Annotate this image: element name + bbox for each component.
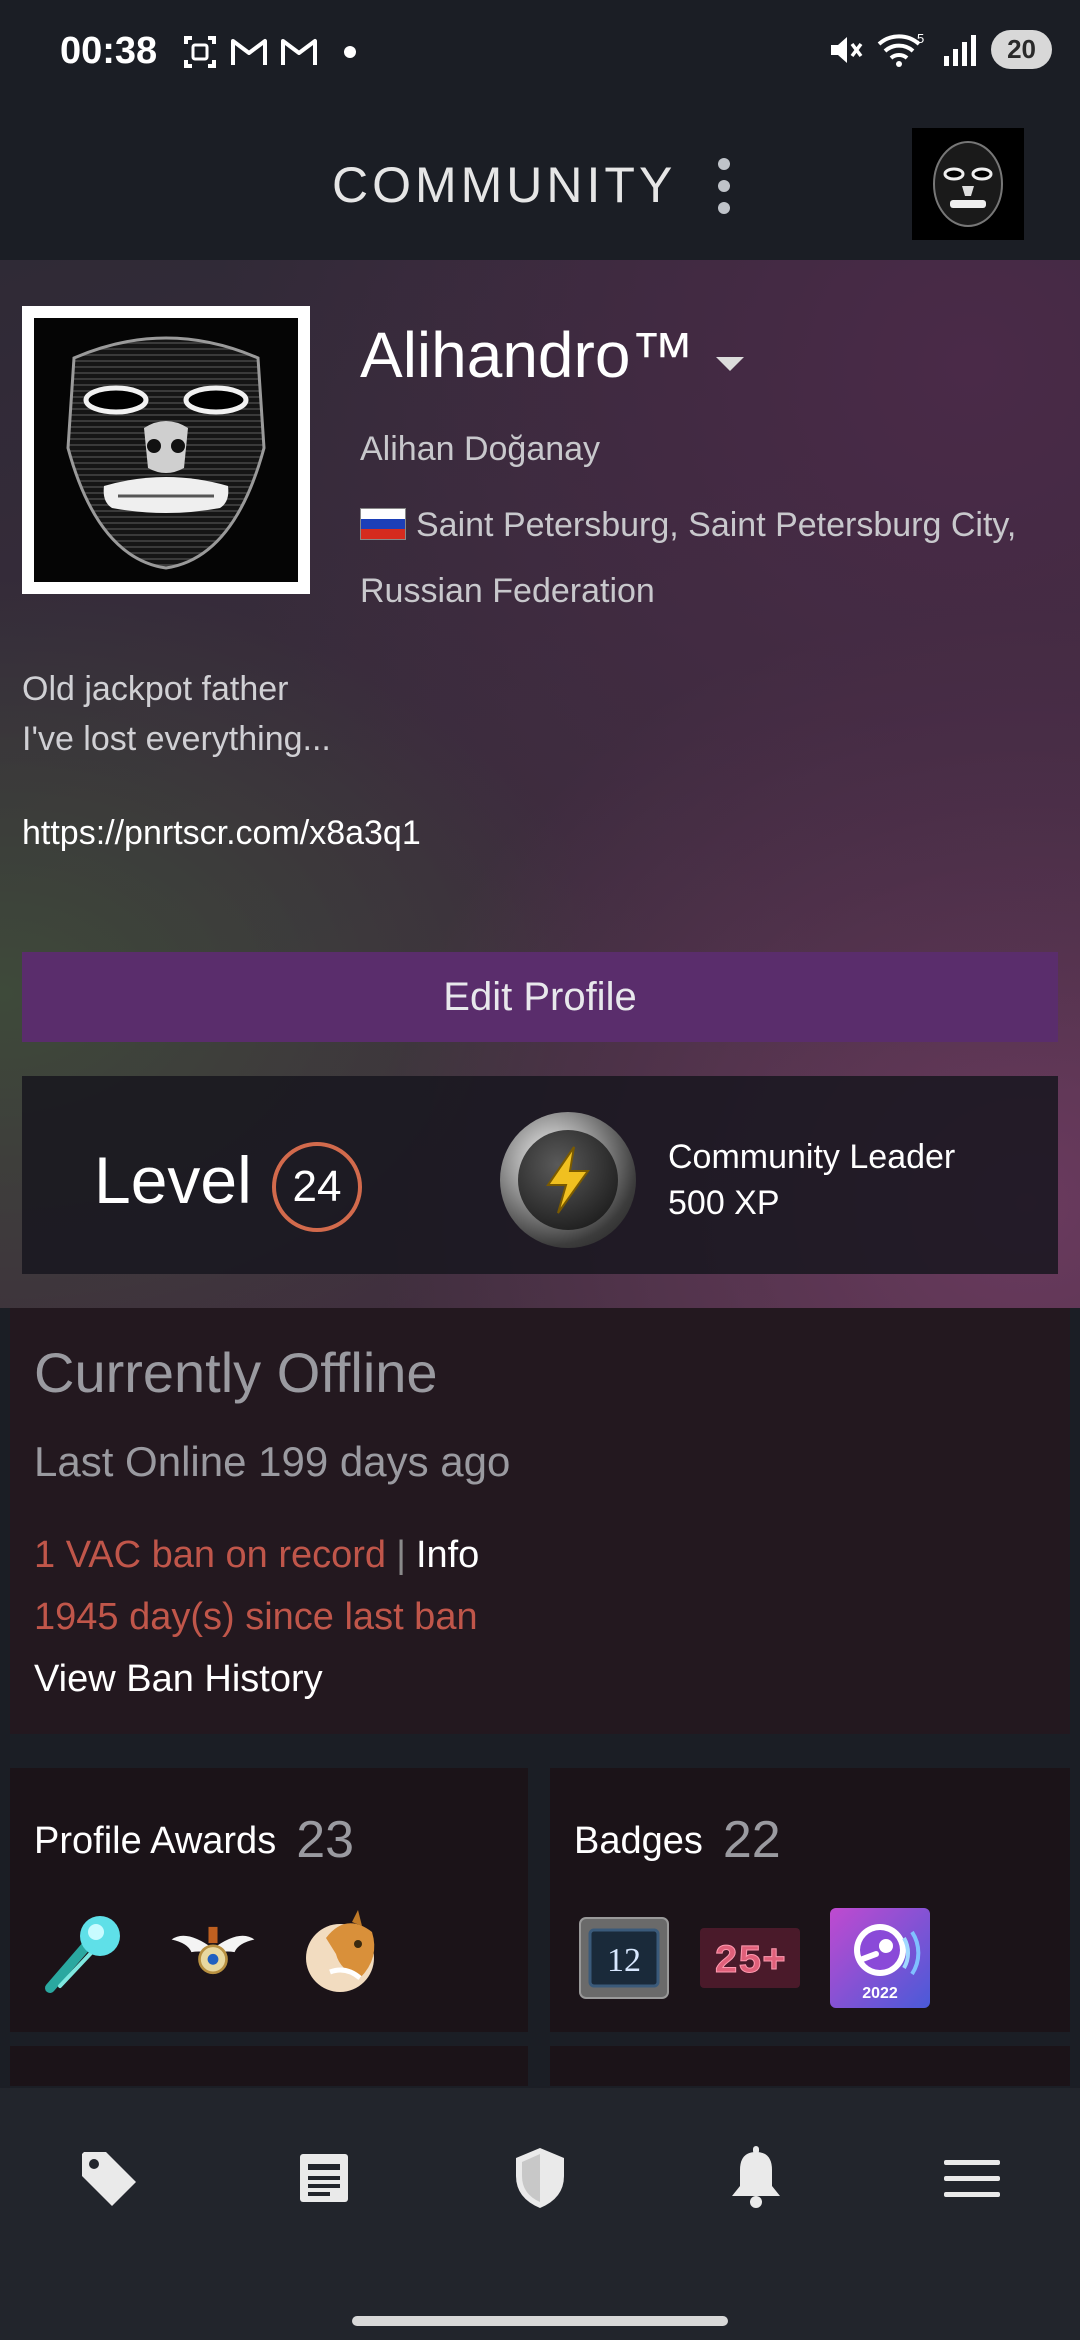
award-icons [40,1908,386,1998]
showcase-count: 23 [296,1811,355,1869]
more-notifications-dot [344,46,356,58]
vac-ban-text: 1 VAC ban on record [34,1534,387,1576]
nav-guard[interactable] [500,2138,580,2218]
online-status: Currently Offline [34,1341,438,1404]
summary-link[interactable]: https://pnrtscr.com/x8a3q1 [22,814,421,853]
svg-text:12: 12 [607,1942,641,1979]
header-avatar[interactable] [912,128,1024,240]
nav-menu[interactable] [932,2138,1012,2218]
badge-25-plus: 25+ [700,1918,800,1998]
next-showcase-partial [550,2046,1070,2086]
status-bar: 00:38 5 20 [0,0,1080,112]
russia-flag-icon [360,508,406,540]
level-label: Level [94,1143,252,1217]
svg-text:2022: 2022 [862,1985,898,2002]
badge-12: 12 [578,1916,670,2000]
signal-icon [944,34,977,66]
level-badge: 24 [272,1142,362,1232]
news-icon [300,2154,348,2202]
page-title: COMMUNITY [332,157,677,213]
menu-icon [944,2160,1000,2197]
comet-award-icon [40,1908,130,1998]
profile-summary: Old jackpot father I've lost everything.… [22,664,331,764]
separator: | [396,1534,406,1576]
showcase-count: 22 [722,1811,781,1869]
vac-info-link[interactable]: Info [416,1534,479,1576]
system-icons: 5 20 [827,30,1052,69]
screenshot-icon [184,36,216,68]
badge-icons: 12 25+ 2022 [578,1908,930,2008]
gmail-icon [281,39,317,65]
nav-notifications[interactable] [716,2138,796,2218]
svg-text:25+: 25+ [714,1940,786,1985]
home-indicator[interactable] [352,2316,728,2326]
profile-section: Alihandro™ Alihan Doğanay Saint Petersbu… [0,260,1080,1308]
app-header: COMMUNITY [0,112,1080,260]
badge-xp: 500 XP [668,1184,780,1222]
next-showcase-partial [10,2046,528,2086]
persona-name: Alihandro™ [360,319,695,391]
summary-line: Old jackpot father [22,670,289,708]
chevron-down-icon [716,357,745,371]
store-tag-icon [82,2152,136,2206]
showcase-title-text: Profile Awards [34,1820,277,1862]
pony-award-icon [296,1908,386,1998]
steam-replay-2022-badge: 2022 [830,1908,930,2008]
more-options-icon[interactable] [716,158,732,214]
view-ban-history-link[interactable]: View Ban History [34,1658,323,1701]
summary-line: I've lost everything... [22,720,331,758]
profile-awards-showcase[interactable]: Profile Awards 23 [10,1768,528,2032]
status-time: 00:38 [60,30,158,72]
location: Saint Petersburg, Saint Petersburg City,… [360,492,1040,624]
notifications-bell-icon [732,2146,780,2208]
location-text: Saint Petersburg, Saint Petersburg City,… [360,506,1017,610]
gmail-icon [231,39,267,65]
persona-name-dropdown[interactable]: Alihandro™ [360,318,745,392]
level-panel[interactable]: Level 24 Community Leader 500 XP [22,1076,1058,1274]
wifi-icon: 5 [877,32,924,67]
last-online: Last Online 199 days ago [34,1438,511,1485]
mask-face-icon [912,128,1024,240]
nav-news[interactable] [284,2138,364,2218]
nav-store[interactable] [68,2138,148,2218]
bottom-navigation [0,2088,1080,2340]
svg-text:5: 5 [917,32,924,46]
battery-indicator: 20 [991,30,1052,69]
profile-avatar[interactable] [22,306,310,594]
notification-icons [182,34,356,70]
showcase-title: Profile Awards 23 [34,1810,354,1870]
mask-face-icon [34,318,298,582]
mute-icon [831,36,863,63]
real-name: Alihan Doğanay [360,430,601,468]
community-leader-badge [500,1112,636,1248]
badge-title: Community Leader [668,1138,956,1176]
badges-showcase[interactable]: Badges 22 12 25+ 2022 [550,1768,1070,2032]
showcase-title-text: Badges [574,1820,703,1862]
showcase-title: Badges 22 [574,1810,781,1870]
guard-shield-icon [516,2148,564,2208]
days-since-ban: 1945 day(s) since last ban [34,1596,478,1638]
vac-ban-line: 1 VAC ban on record | Info [34,1534,479,1577]
online-status-card: Currently Offline Last Online 199 days a… [10,1308,1070,1734]
lightning-icon [546,1146,590,1214]
winged-award-icon [168,1908,258,1998]
edit-profile-button[interactable]: Edit Profile [22,952,1058,1042]
